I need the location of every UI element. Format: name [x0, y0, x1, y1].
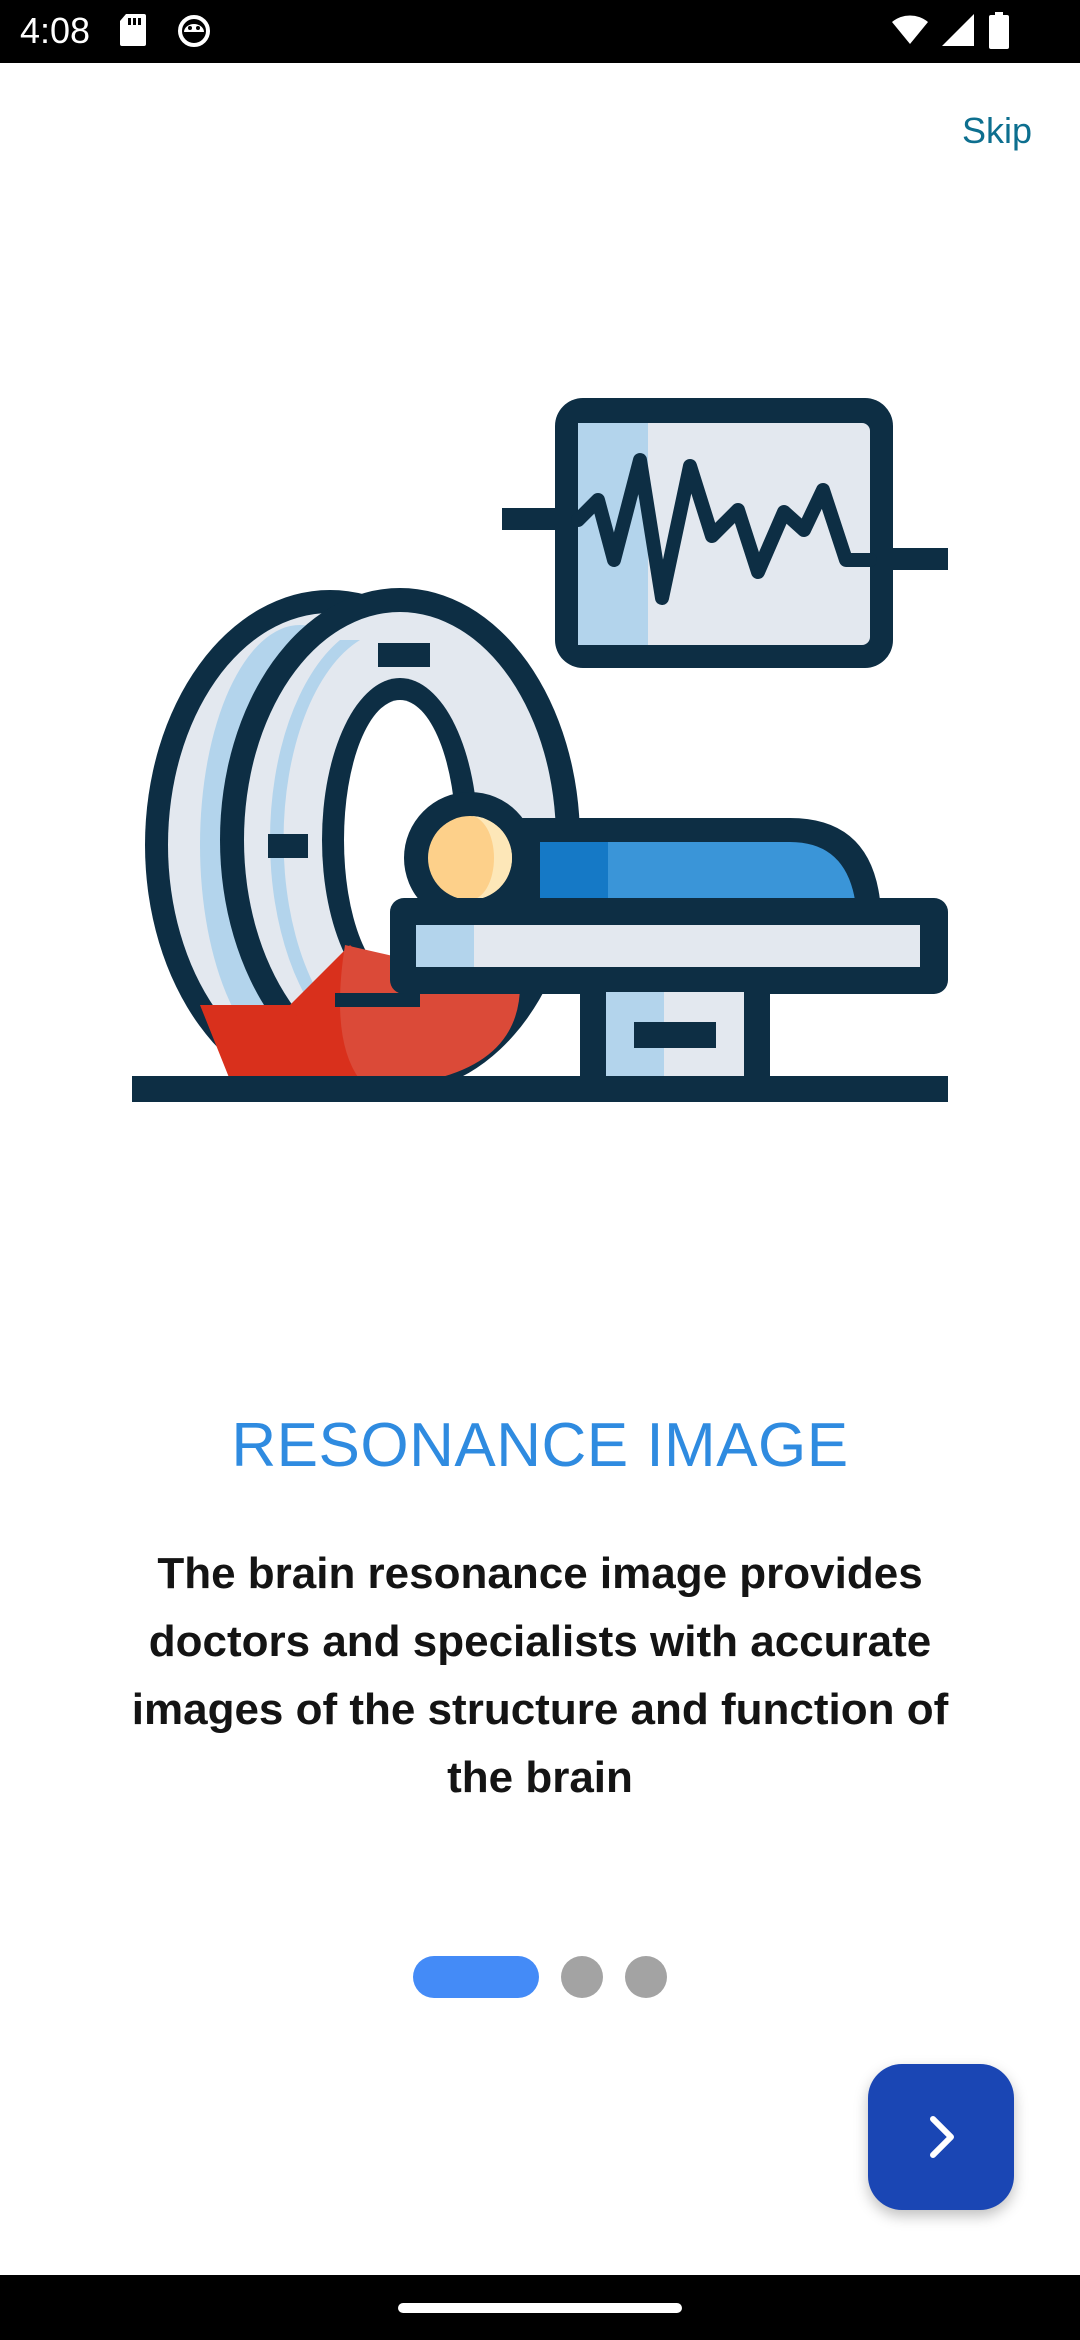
page-dot-active[interactable]: [413, 1956, 539, 1998]
status-bar: 4:08: [0, 0, 1080, 63]
page-dot[interactable]: [625, 1956, 667, 1998]
chevron-right-icon: [930, 2116, 954, 2158]
home-indicator[interactable]: [398, 2303, 682, 2313]
onboarding-screen: 4:08 Skip RESONANCE IMAGE The brain reso…: [0, 0, 1080, 2340]
wifi-icon: [892, 15, 928, 44]
page-title: RESONANCE IMAGE: [231, 1411, 849, 1480]
page-description: The brain resonance image provides docto…: [131, 1549, 949, 1802]
signal-icon: [942, 14, 974, 46]
sd-card-icon: [120, 14, 146, 46]
page-dot[interactable]: [561, 1956, 603, 1998]
next-button[interactable]: [868, 2064, 1014, 2210]
battery-icon: [989, 12, 1009, 49]
page-indicator: [413, 1956, 667, 1998]
skip-button[interactable]: Skip: [962, 110, 1032, 152]
android-debug-icon: [178, 15, 210, 47]
mri-scanner-illustration: [132, 398, 948, 1102]
navigation-bar: [0, 2275, 1080, 2340]
status-time: 4:08: [20, 10, 91, 51]
